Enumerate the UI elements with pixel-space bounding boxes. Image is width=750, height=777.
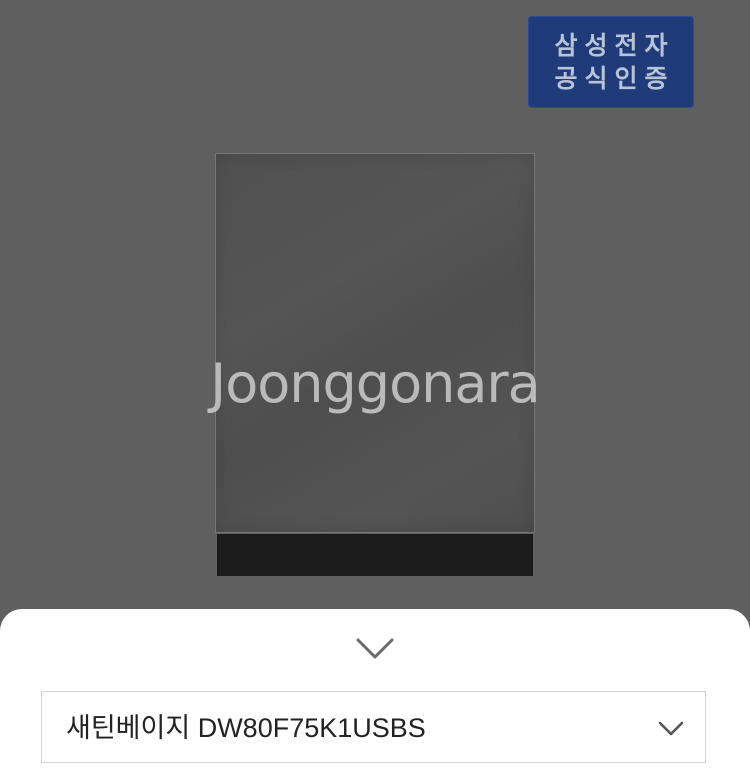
collapse-sheet-button[interactable] [355, 629, 395, 669]
watermark: Joonggonara [210, 352, 540, 415]
badge-line-2: 공식인증 [554, 64, 675, 93]
dishwasher-base [217, 534, 533, 576]
dishwasher-door [215, 153, 535, 533]
option-bottom-sheet: 새틴베이지 DW80F75K1USBS [0, 609, 750, 777]
chevron-down-icon [658, 721, 684, 736]
selected-option-label: 새틴베이지 DW80F75K1USBS [66, 713, 426, 743]
option-select[interactable]: 새틴베이지 DW80F75K1USBS [41, 691, 706, 763]
official-certification-badge: 삼성전자 공식인증 [528, 16, 694, 108]
badge-line-1: 삼성전자 [554, 31, 675, 60]
chevron-down-icon [356, 638, 394, 659]
